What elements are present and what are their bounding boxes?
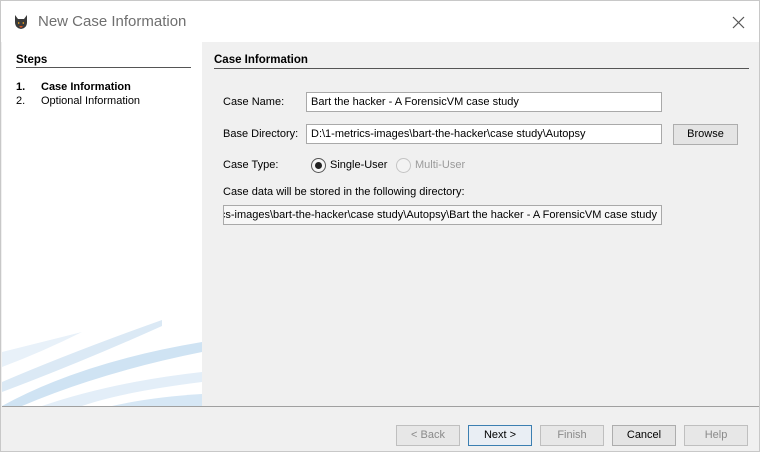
case-name-label: Case Name: xyxy=(223,96,285,108)
base-directory-input[interactable]: D:\1-metrics-images\bart-the-hacker\case… xyxy=(306,124,662,144)
storage-directory-label: Case data will be stored in the followin… xyxy=(223,186,465,198)
radio-indicator xyxy=(396,157,411,173)
single-user-label: Single-User xyxy=(330,159,388,171)
step-number: 2. xyxy=(16,95,26,107)
base-directory-label: Base Directory: xyxy=(223,128,299,140)
close-icon[interactable] xyxy=(723,9,753,35)
case-name-input[interactable]: Bart the hacker - A ForensicVM case stud… xyxy=(306,92,662,112)
steps-panel: Steps 1. Case Information 2. Optional Info… xyxy=(2,42,202,406)
steps-divider xyxy=(16,67,191,68)
section-title: Case Information xyxy=(214,54,308,66)
cancel-button[interactable]: Cancel xyxy=(612,425,676,446)
button-bar: < Back Next > Finish Cancel Help xyxy=(2,407,759,451)
finish-button[interactable]: Finish xyxy=(540,425,604,446)
storage-directory-value: D:\1-metrics-images\bart-the-hacker\case… xyxy=(223,209,657,221)
storage-directory-field: D:\1-metrics-images\bart-the-hacker\case… xyxy=(223,205,662,225)
autopsy-dog-icon xyxy=(15,15,27,29)
step-label: Optional Information xyxy=(41,95,141,107)
step-optional-information: 2. Optional Information xyxy=(16,95,140,107)
back-button[interactable]: < Back xyxy=(396,425,460,446)
steps-title: Steps xyxy=(16,54,48,66)
section-divider xyxy=(214,68,749,69)
step-case-information: 1. Case Information xyxy=(16,81,131,93)
help-button[interactable]: Help xyxy=(684,425,748,446)
multi-user-label: Multi-User xyxy=(415,159,466,171)
radio-indicator xyxy=(311,157,326,173)
case-type-label: Case Type: xyxy=(223,159,279,171)
step-label: Case Information xyxy=(41,81,131,93)
window-title: New Case Information xyxy=(38,13,187,30)
multi-user-radio[interactable]: Multi-User xyxy=(396,156,465,174)
case-information-panel: Case Information Case Name: Bart the hac… xyxy=(203,42,759,406)
new-case-dialog: New Case Information Steps 1. Case Inform… xyxy=(0,0,760,452)
title-bar: New Case Information xyxy=(1,1,759,42)
decorative-swoosh-graphic xyxy=(2,320,202,406)
browse-button[interactable]: Browse xyxy=(673,124,738,145)
single-user-radio[interactable]: Single-User xyxy=(311,156,387,174)
step-number: 1. xyxy=(16,81,26,93)
next-button[interactable]: Next > xyxy=(468,425,532,446)
